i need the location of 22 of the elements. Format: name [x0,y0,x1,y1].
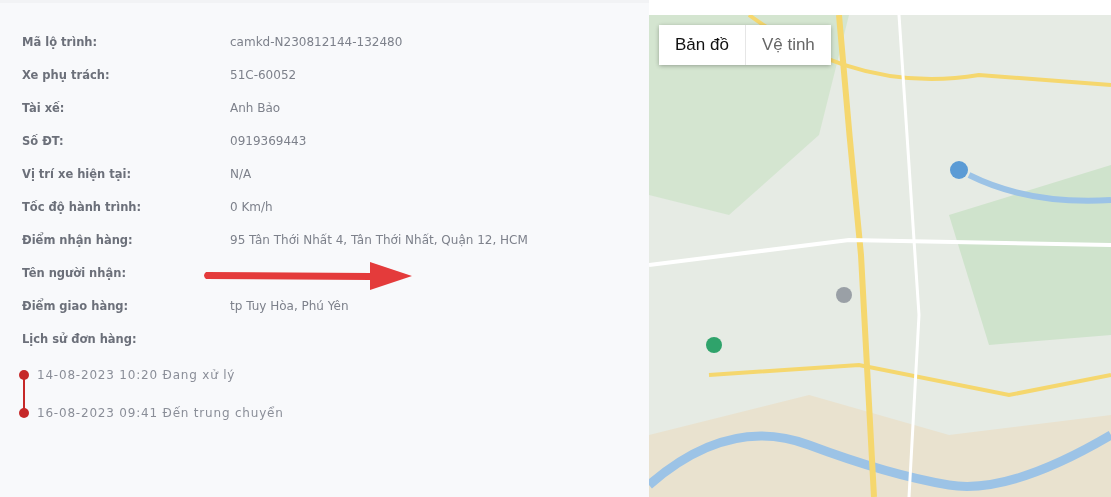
field-value: Anh Bảo [230,100,281,115]
field-label: Mã lộ trình: [22,34,99,49]
field-value: 0 Km/h [230,199,273,214]
field-label: Tên người nhận: [22,265,128,280]
field-label: Tài xế: [22,100,66,115]
field-value: 51C-60052 [230,67,297,82]
history-entry: 14-08-2023 10:20 Đang xử lý [37,368,236,382]
field-label: Xe phụ trách: [22,67,111,82]
field-value: camkd-N230812144-132480 [230,34,403,49]
field-label: Lịch sử đơn hàng: [22,331,138,346]
field-value: 0919369443 [230,133,307,148]
history-entry: 16-08-2023 09:41 Đến trung chuyển [37,406,284,420]
map-type-button[interactable]: Vệ tinh [745,25,831,65]
map-type-button[interactable]: Bản đồ [659,25,746,65]
field-label: Điểm nhận hàng: [22,232,134,247]
field-label: Vị trí xe hiện tại: [22,166,133,181]
field-label: Tốc độ hành trình: [22,199,143,214]
field-label: Điểm giao hàng: [22,298,130,313]
field-value: tp Tuy Hòa, Phú Yên [230,298,349,313]
field-value: 95 Tân Thới Nhất 4, Tân Thới Nhất, Quận 12, HCM [230,232,528,247]
field-label: Số ĐT: [22,133,65,148]
field-value: N/A [230,166,252,181]
